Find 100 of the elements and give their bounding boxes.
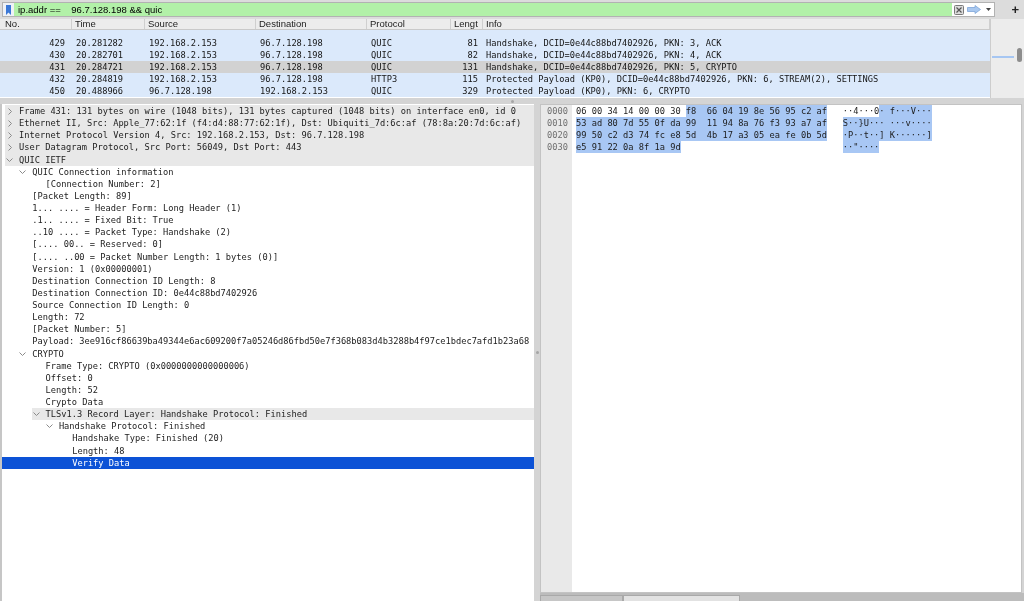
minimap-marker [992, 56, 1014, 58]
number-cell-text: 432 [48, 73, 66, 85]
tree-item[interactable]: Length: 72 [18, 311, 85, 324]
protocol-cell-text: QUIC [370, 61, 393, 73]
number-cell-text: 431 [48, 61, 66, 73]
tree-item[interactable]: User Datagram Protocol, Src Port: 56049, Dst Port: 443 [5, 141, 534, 154]
tree-item[interactable]: ..10 .... = Packet Type: Handshake (2) [18, 226, 232, 239]
caret-down-icon [985, 8, 991, 11]
tree-item[interactable]: [Packet Length: 89] [18, 189, 132, 202]
tree-item[interactable]: TLSv1.3 Record Layer: Handshake Protocol: Finished [31, 408, 534, 421]
hex-bytes: f8 66 04 19 8e 56 95 c2 af [685, 105, 828, 117]
info-cell-text: Protected Payload (KP0), DCID=0e44c88bd7402926, PKN: 6, STREAM(2), SETTINGS [485, 73, 880, 85]
tree-item[interactable]: .1.. .... = Fixed Bit: True [18, 214, 174, 227]
info-cell-text: Handshake, DCID=0e44c88bd7402926, PKN: 3, ACK [485, 37, 723, 49]
number-cell-text: 450 [48, 85, 66, 97]
chevron-right-icon[interactable] [7, 107, 12, 115]
hex-bytes: 06 00 34 14 00 00 30 [576, 105, 681, 117]
chevron-down-icon[interactable] [32, 412, 40, 417]
packet-row[interactable]: 429 20.281282 192.168.2.153 96.7.128.198 QUIC 81 Handshake, DCID=0e44c88bd7402926, PKN: 3, ACK [0, 37, 990, 49]
column-header[interactable]: Time [72, 19, 145, 29]
ascii-text: ··4···0 [842, 105, 880, 117]
info-cell-text: Handshake, DCID=0e44c88bd7402926, PKN: 5, CRYPTO [485, 61, 739, 73]
scrollbar-thumb[interactable] [1017, 48, 1022, 62]
add-filter-button[interactable]: + [1009, 3, 1021, 16]
hex-bytes: 53 ad 80 7d 55 0f da 99 11 94 8a 76 f3 93 a7 af [576, 117, 828, 129]
tree-item[interactable]: Version: 1 (0x00000001) [18, 262, 153, 275]
grip-icon[interactable] [510, 99, 514, 103]
packet-row[interactable]: 430 20.282701 192.168.2.153 96.7.128.198 QUIC 82 Handshake, DCID=0e44c88bd7402926, PKN: 4, ACK [0, 49, 990, 61]
chevron-right-icon[interactable] [7, 143, 12, 151]
source-cell-text: 96.7.128.198 [148, 85, 213, 97]
tree-item[interactable]: Destination Connection ID Length: 8 [18, 274, 216, 287]
column-header[interactable]: No. [0, 19, 72, 29]
filter-field[interactable]: ip.addr == 96.7.128.198 && quic [14, 3, 952, 16]
hex-bytes: 99 50 c2 d3 74 fc e8 5d 4b 17 a3 05 ea fe 0b 5d [576, 129, 828, 141]
length-cell-text: 81 [466, 37, 479, 49]
packet-row[interactable]: 450 20.488966 96.7.128.198 192.168.2.153 QUIC 329 Protected Payload (KP0), PKN: 6, CRYPTO [0, 85, 990, 97]
length-cell-text: 82 [466, 49, 479, 61]
chevron-right-icon[interactable] [7, 131, 12, 139]
tree-item[interactable]: Handshake Type: Finished (20) [58, 432, 224, 445]
tree-item[interactable]: CRYPTO [18, 347, 64, 360]
destination-cell-text: 96.7.128.198 [259, 61, 324, 73]
packet-row[interactable]: 431 20.284721 192.168.2.153 96.7.128.198 QUIC 131 Handshake, DCID=0e44c88bd7402926, PKN: 5, CRYPTO [0, 61, 990, 73]
tree-item[interactable]: Length: 48 [58, 444, 125, 457]
grip-icon[interactable] [535, 351, 539, 354]
source-cell-text: 192.168.2.153 [148, 49, 218, 61]
ascii-text: ··"···· [842, 141, 880, 153]
info-cell-text: Protected Payload (KP0), PKN: 6, CRYPTO [485, 85, 691, 97]
column-header[interactable]: Protocol [367, 19, 451, 29]
source-cell-text: 192.168.2.153 [148, 61, 218, 73]
ascii-text: · f···V··· [879, 105, 932, 117]
ascii-text: S··}U··· ···v···· [842, 117, 932, 129]
clear-filter-button[interactable] [952, 3, 965, 16]
hex-offset: 0030 [547, 141, 568, 153]
tree-item[interactable]: Handshake Protocol: Finished [44, 420, 206, 433]
tree-item[interactable]: Source Connection ID Length: 0 [18, 299, 190, 312]
chevron-right-icon[interactable] [7, 119, 12, 127]
tree-item[interactable]: Ethernet II, Src: Apple_77:62:1f (f4:d4:88:77:62:1f), Dst: Ubiquiti_7d:6c:af (78:8a:20:7d:6c:af) [5, 117, 534, 130]
number-cell-text: 430 [48, 49, 66, 61]
hex-offset: 0020 [547, 129, 568, 141]
close-icon [953, 4, 964, 15]
length-cell-text: 329 [461, 85, 479, 97]
tree-item[interactable]: Length: 52 [31, 383, 98, 396]
tree-item[interactable]: QUIC Connection information [18, 165, 174, 178]
tree-item[interactable]: Payload: 3ee916cf86639ba49344e6ac609200f7a05246d86fbd50e7f368b083d4b3288b4f97ce1bdec7afd1b23a68 [18, 335, 530, 348]
protocol-cell-text: QUIC [370, 37, 393, 49]
tree-item[interactable]: [.... ..00 = Packet Number Length: 1 bytes (0)] [18, 250, 279, 263]
destination-cell-text: 96.7.128.198 [259, 49, 324, 61]
tree-item[interactable]: [.... 00.. = Reserved: 0] [18, 238, 164, 251]
tree-item[interactable]: Destination Connection ID: 0e44c88bd7402926 [18, 286, 258, 299]
tree-item[interactable]: 1... .... = Header Form: Long Header (1) [18, 202, 242, 215]
packet-row[interactable]: 432 20.284819 192.168.2.153 96.7.128.198 HTTP3 115 Protected Payload (KP0), DCID=0e44c88bd7402926, PKN: 6, STREAM(2), SETTINGS [0, 73, 990, 85]
column-header[interactable]: Source [145, 19, 256, 29]
tree-item[interactable]: Offset: 0 [31, 371, 93, 384]
hex-bytes: e5 91 22 0a 8f 1a 9d [576, 141, 681, 153]
chevron-down-icon[interactable] [19, 351, 27, 356]
column-header[interactable]: Destination [256, 19, 367, 29]
hex-offset: 0010 [547, 117, 568, 129]
destination-cell-text: 96.7.128.198 [259, 73, 324, 85]
chevron-down-icon[interactable] [45, 424, 53, 429]
tree-item[interactable]: Verify Data [2, 456, 534, 469]
bookmark-button[interactable] [3, 3, 14, 16]
tree-item[interactable]: Frame 431: 131 bytes on wire (1048 bits), 131 bytes captured (1048 bits) on interface en0, id 0 [5, 105, 534, 118]
chevron-down-icon[interactable] [19, 169, 27, 174]
protocol-cell-text: HTTP3 [370, 73, 399, 85]
number-cell-text: 429 [48, 37, 66, 49]
protocol-cell-text: QUIC [370, 85, 393, 97]
tree-item[interactable]: [Connection Number: 2] [31, 177, 161, 190]
column-header[interactable]: Lengt [451, 19, 483, 29]
hex-offset: 0000 [547, 105, 568, 117]
source-cell-text: 192.168.2.153 [148, 73, 218, 85]
info-cell-text: Handshake, DCID=0e44c88bd7402926, PKN: 4, ACK [485, 49, 723, 61]
tree-item[interactable]: [Packet Number: 5] [18, 323, 127, 336]
time-cell-text: 20.488966 [75, 85, 125, 97]
tree-item[interactable]: Internet Protocol Version 4, Src: 192.168.2.153, Dst: 96.7.128.198 [5, 129, 534, 142]
pane-tab[interactable] [623, 595, 740, 601]
tree-item[interactable]: Crypto Data [31, 396, 104, 409]
chevron-down-icon[interactable] [6, 157, 13, 162]
tree-item[interactable]: Frame Type: CRYPTO (0x0000000000000006) [31, 359, 250, 372]
protocol-cell-text: QUIC [370, 49, 393, 61]
time-cell-text: 20.284819 [75, 73, 125, 85]
